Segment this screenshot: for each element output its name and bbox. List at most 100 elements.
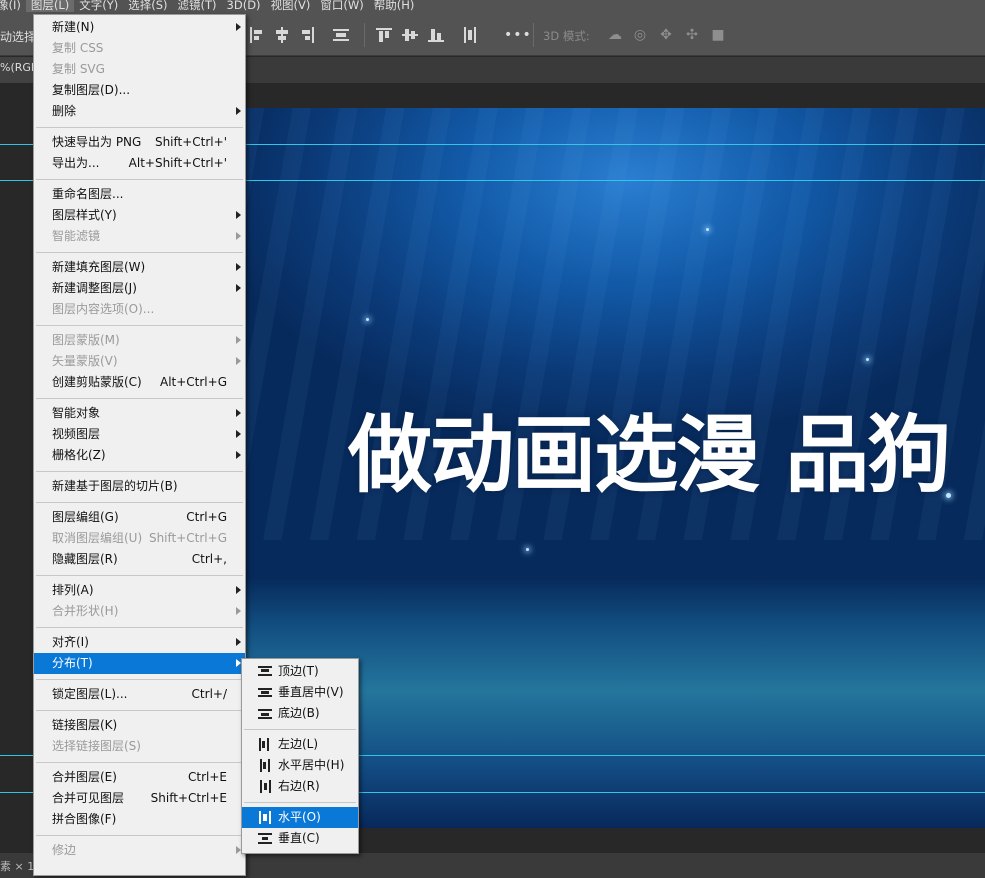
menu-divider bbox=[36, 398, 243, 399]
menubar-item[interactable]: 选择(S) bbox=[123, 0, 172, 12]
submenu-arrow-icon bbox=[236, 409, 241, 417]
menu-item-label: 快速导出为 PNG bbox=[52, 135, 142, 149]
more-options-icon[interactable]: ••• bbox=[504, 27, 532, 43]
layer-menu-item[interactable]: 链接图层(K) bbox=[34, 715, 245, 736]
distribute-spacing-icon[interactable] bbox=[332, 26, 350, 44]
align-bottom-edges-icon[interactable] bbox=[427, 26, 445, 44]
menu-item-label: 新建调整图层(J) bbox=[52, 281, 137, 295]
menu-item-label: 拼合图像(F) bbox=[52, 812, 117, 826]
layer-menu-item[interactable]: 分布(T) bbox=[34, 653, 245, 674]
distribute-menu-item[interactable]: 顶边(T) bbox=[242, 661, 358, 682]
layer-menu-item[interactable]: 重命名图层... bbox=[34, 184, 245, 205]
menu-item-label: 合并形状(H) bbox=[52, 604, 119, 618]
icon-bar bbox=[259, 811, 261, 824]
layer-menu-item: 矢量蒙版(V) bbox=[34, 351, 245, 372]
menu-item-label: 新建(N) bbox=[52, 20, 95, 34]
layer-menu-item[interactable]: 图层编组(G) Ctrl+G bbox=[34, 507, 245, 528]
menu-item-label: 删除 bbox=[52, 104, 77, 118]
layer-menu-item[interactable]: 栅格化(Z) bbox=[34, 445, 245, 466]
layer-menu-item[interactable]: 合并图层(E) Ctrl+E bbox=[34, 767, 245, 788]
menu-item-label: 合并可见图层 bbox=[52, 791, 125, 805]
layer-menu-item[interactable]: 删除 bbox=[34, 101, 245, 122]
distribute-menu-item[interactable]: 左边(L) bbox=[242, 734, 358, 755]
sparkle bbox=[366, 318, 369, 321]
menubar-item[interactable]: 窗口(W) bbox=[315, 0, 368, 12]
icon-bar bbox=[262, 837, 268, 840]
menu-item-label: 分布(T) bbox=[52, 656, 93, 670]
layer-menu-item: 复制 SVG bbox=[34, 59, 245, 80]
menubar-item[interactable]: 文字(Y) bbox=[74, 0, 123, 12]
camera-icon[interactable]: ■ bbox=[709, 26, 727, 44]
menu-item-shortcut: Shift+Ctrl+E bbox=[150, 791, 227, 805]
menu-divider bbox=[36, 575, 243, 576]
distribute-left-icon bbox=[258, 738, 272, 751]
orbit-icon[interactable]: ☁ bbox=[606, 26, 624, 44]
distribute-menu-item[interactable]: 水平(O) bbox=[242, 807, 358, 828]
submenu-arrow-icon bbox=[236, 23, 241, 31]
align-top-edges-icon[interactable] bbox=[375, 26, 393, 44]
menu-item-label: 图层编组(G) bbox=[52, 510, 119, 524]
align-horizontal-centers-icon[interactable] bbox=[273, 26, 291, 44]
layer-menu-item[interactable]: 智能对象 bbox=[34, 403, 245, 424]
menubar-item[interactable]: 滤镜(T) bbox=[173, 0, 222, 12]
layer-menu-item[interactable]: 图层样式(Y) bbox=[34, 205, 245, 226]
layer-menu-item[interactable]: 合并可见图层 Shift+Ctrl+E bbox=[34, 788, 245, 809]
auto-select-label[interactable]: 动选择 bbox=[0, 28, 36, 45]
menu-item-label: 锁定图层(L)... bbox=[52, 687, 128, 701]
layer-menu-item[interactable]: 排列(A) bbox=[34, 580, 245, 601]
layer-menu-item[interactable]: 新建基于图层的切片(B) bbox=[34, 476, 245, 497]
roll-icon[interactable]: ◎ bbox=[631, 26, 649, 44]
icon-bar bbox=[258, 695, 272, 697]
menubar-item[interactable]: 像(I) bbox=[0, 0, 26, 12]
icon-bar bbox=[258, 709, 272, 711]
align-left-edges-icon[interactable] bbox=[248, 26, 266, 44]
layer-menu-item: 复制 CSS bbox=[34, 38, 245, 59]
slide-icon[interactable]: ✣ bbox=[683, 26, 701, 44]
icon-bar bbox=[258, 666, 272, 668]
layer-menu-item: 智能滤镜 bbox=[34, 226, 245, 247]
layer-menu-item[interactable]: 新建(N) bbox=[34, 17, 245, 38]
menu-divider bbox=[36, 710, 243, 711]
icon-bar bbox=[258, 674, 272, 676]
layer-menu-item[interactable]: 拼合图像(F) bbox=[34, 809, 245, 830]
layer-menu-item[interactable]: 导出为... Alt+Shift+Ctrl+' bbox=[34, 153, 245, 174]
distribute-menu-item[interactable]: 垂直(C) bbox=[242, 828, 358, 849]
layer-menu-item[interactable]: 新建填充图层(W) bbox=[34, 257, 245, 278]
menubar-item[interactable]: 3D(D) bbox=[222, 0, 266, 12]
menubar-item[interactable]: 帮助(H) bbox=[369, 0, 420, 12]
distribute-menu-item[interactable]: 右边(R) bbox=[242, 776, 358, 797]
layer-menu-item[interactable]: 隐藏图层(R) Ctrl+, bbox=[34, 549, 245, 570]
layer-menu-item[interactable]: 新建调整图层(J) bbox=[34, 278, 245, 299]
align-vertical-centers-icon[interactable] bbox=[401, 26, 419, 44]
menu-bar: 像(I) 图层(L) 文字(Y) 选择(S) 滤镜(T) 3D(D) 视图(V) 窗口(W) 帮… bbox=[0, 0, 985, 14]
layer-menu-item[interactable]: 视频图层 bbox=[34, 424, 245, 445]
menu-item-label: 顶边(T) bbox=[278, 664, 319, 678]
menu-divider bbox=[244, 802, 356, 803]
layer-menu-item[interactable]: 快速导出为 PNG Shift+Ctrl+' bbox=[34, 132, 245, 153]
distribute-hcenter-icon bbox=[258, 759, 272, 772]
distribute-menu-item[interactable]: 垂直居中(V) bbox=[242, 682, 358, 703]
distribute-menu-item[interactable]: 底边(B) bbox=[242, 703, 358, 724]
layer-menu-item[interactable]: 复制图层(D)... bbox=[34, 80, 245, 101]
distribute-widths-icon[interactable] bbox=[461, 26, 479, 44]
menubar-item[interactable]: 视图(V) bbox=[266, 0, 316, 12]
3d-mode-label: 3D 模式: bbox=[543, 29, 590, 43]
submenu-arrow-icon bbox=[236, 336, 241, 344]
pan-icon[interactable]: ✥ bbox=[657, 26, 675, 44]
menu-item-label: 复制 CSS bbox=[52, 41, 104, 55]
menu-item-label: 图层样式(Y) bbox=[52, 208, 117, 222]
icon-bar bbox=[260, 780, 262, 793]
menubar-item[interactable]: 图层(L) bbox=[25, 0, 75, 12]
layer-menu-item[interactable]: 对齐(I) bbox=[34, 632, 245, 653]
icon-bar bbox=[258, 717, 272, 719]
separator bbox=[364, 23, 365, 47]
menu-item-shortcut: Ctrl+, bbox=[191, 552, 227, 566]
distribute-menu-item[interactable]: 水平居中(H) bbox=[242, 755, 358, 776]
menu-item-shortcut: Alt+Ctrl+G bbox=[159, 375, 227, 389]
layer-menu-item[interactable]: 创建剪贴蒙版(C) Alt+Ctrl+G bbox=[34, 372, 245, 393]
menu-item-label: 矢量蒙版(V) bbox=[52, 354, 118, 368]
align-right-edges-icon[interactable] bbox=[298, 26, 316, 44]
sparkle bbox=[706, 228, 709, 231]
layer-menu-item[interactable]: 锁定图层(L)... Ctrl+/ bbox=[34, 684, 245, 705]
canvas-title-text: 做动画选漫 品狗 bbox=[348, 406, 951, 504]
